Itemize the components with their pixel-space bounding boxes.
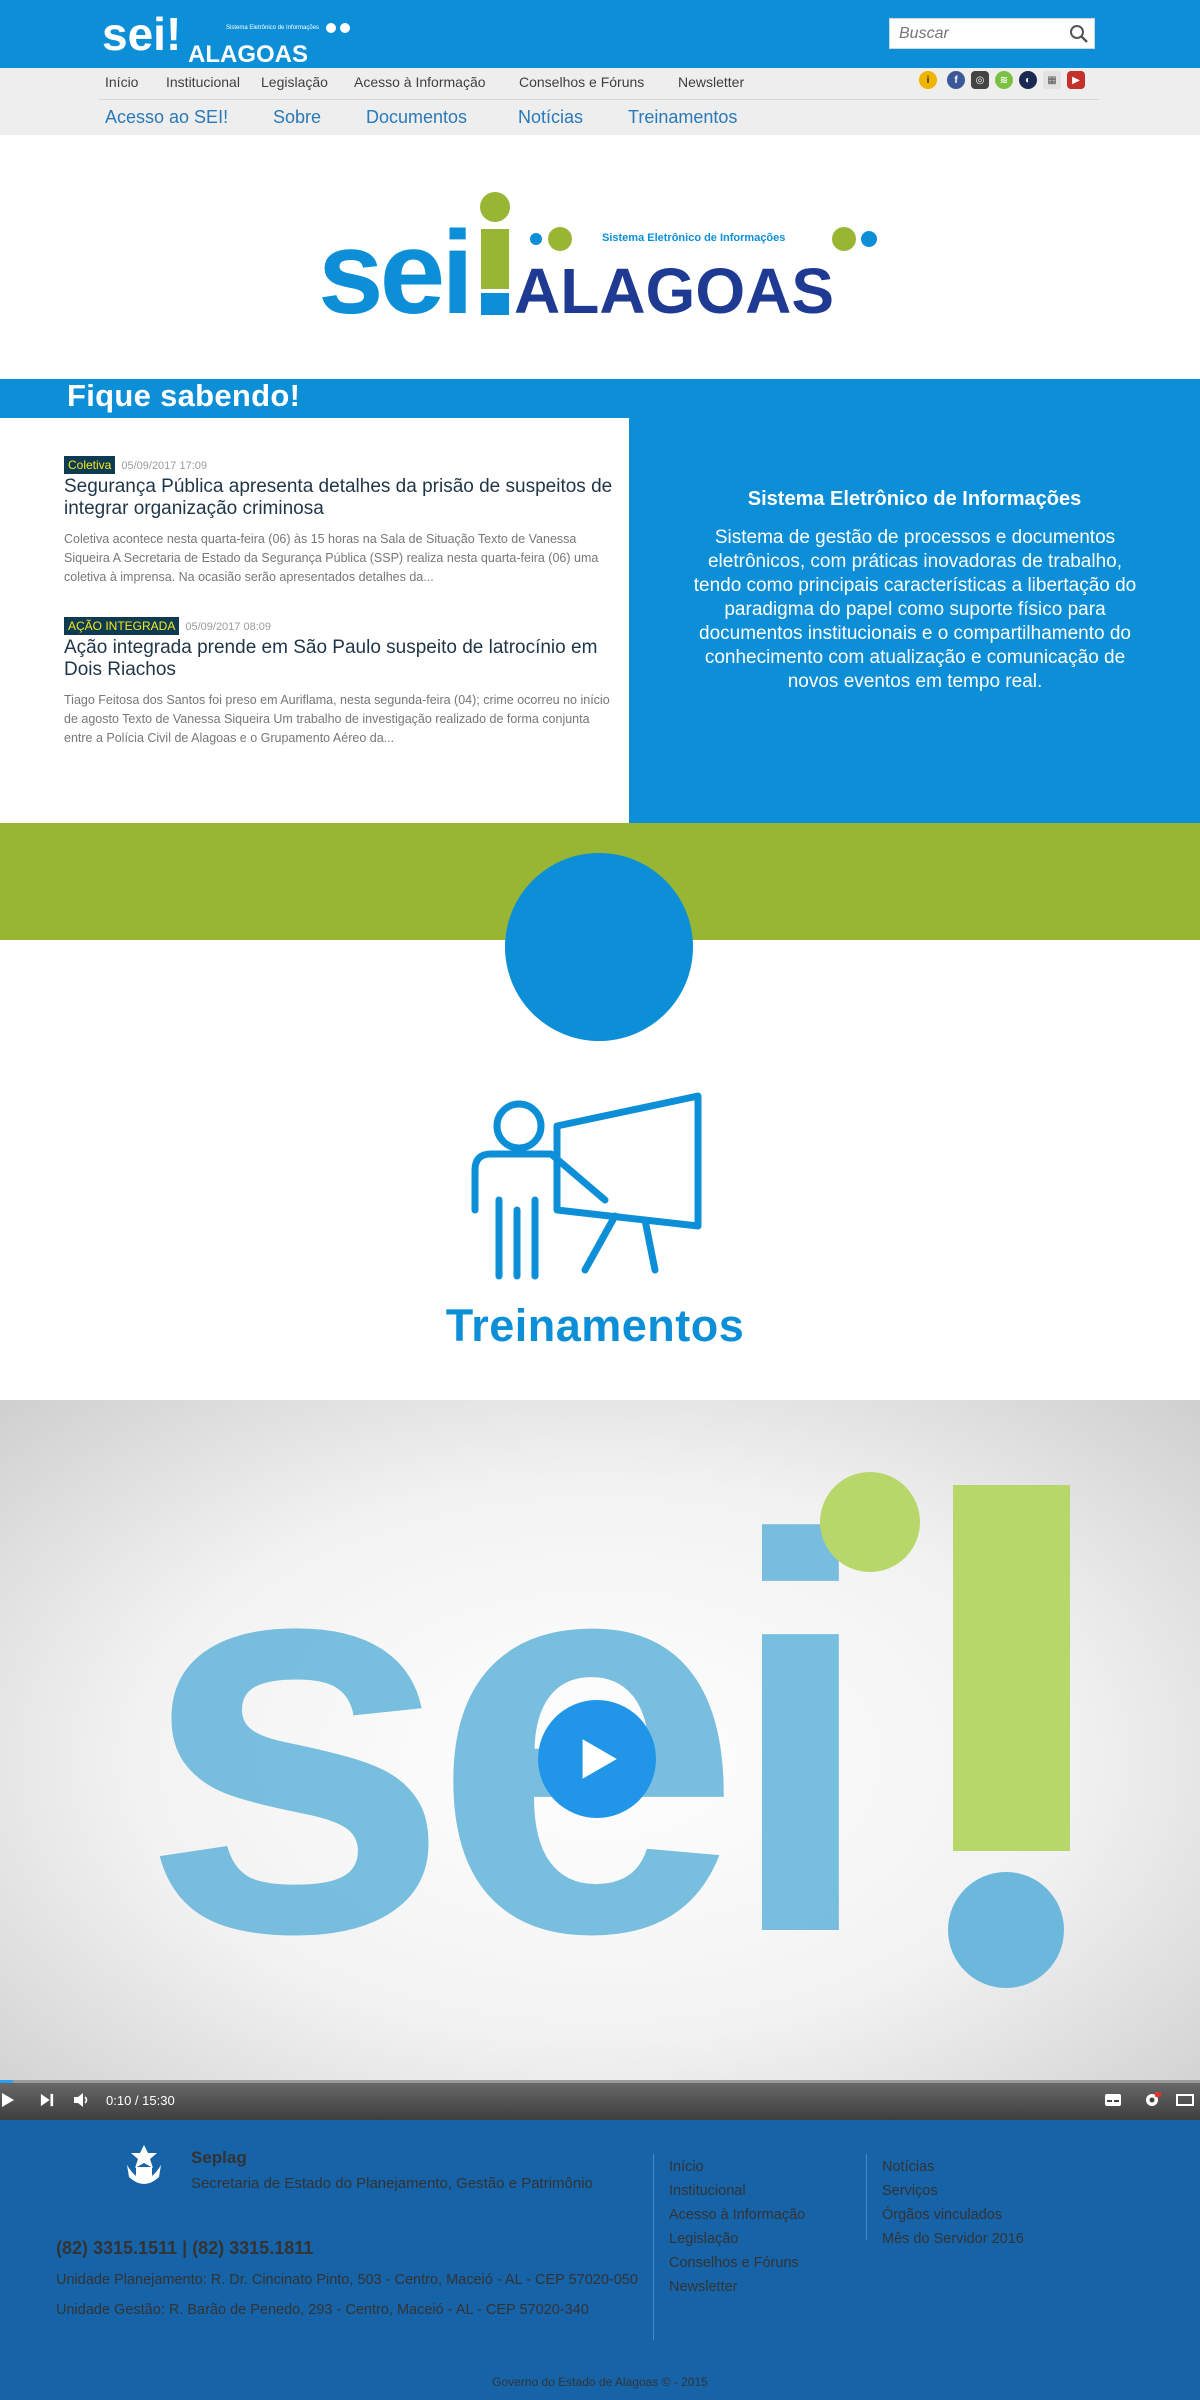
footer-link[interactable]: Serviços bbox=[882, 2179, 1024, 2203]
next-icon[interactable] bbox=[40, 2093, 54, 2107]
footer-link[interactable]: Início bbox=[669, 2155, 805, 2179]
footer-link[interactable]: Newsletter bbox=[669, 2275, 805, 2299]
footer-address: Unidade Planejamento: R. Dr. Cincinato P… bbox=[56, 2272, 638, 2288]
search-icon[interactable] bbox=[1068, 23, 1090, 45]
instagram-icon[interactable]: ◎ bbox=[971, 71, 989, 89]
facebook-icon[interactable]: f bbox=[947, 71, 965, 89]
top-nav-inicio[interactable]: Início bbox=[105, 74, 138, 90]
sec-nav-acesso-sei[interactable]: Acesso ao SEI! bbox=[105, 107, 228, 128]
hero-tagline: Sistema Eletrônico de Informações bbox=[602, 232, 785, 244]
sec-nav-noticias[interactable]: Notícias bbox=[518, 107, 583, 128]
news-list: Coletiva 05/09/2017 17:09 Segurança Públi… bbox=[0, 418, 629, 823]
footer-links-col2: Notícias Serviços Órgãos vinculados Mês … bbox=[882, 2155, 1024, 2251]
footer-link[interactable]: Legislação bbox=[669, 2227, 805, 2251]
footer-divider bbox=[653, 2154, 654, 2340]
search-input[interactable] bbox=[890, 19, 1060, 48]
play-icon bbox=[582, 1739, 617, 1779]
video-controls bbox=[0, 2081, 1200, 2120]
footer-link[interactable]: Órgãos vinculados bbox=[882, 2203, 1024, 2227]
top-nav-institucional[interactable]: Institucional bbox=[166, 74, 240, 90]
news-tag[interactable]: Coletiva bbox=[64, 456, 116, 474]
sec-nav-documentos[interactable]: Documentos bbox=[366, 107, 467, 128]
sec-nav-treinamentos[interactable]: Treinamentos bbox=[628, 107, 737, 128]
navigation-bar: Início Institucional Legislação Acesso à… bbox=[0, 68, 1200, 135]
top-nav-legislacao[interactable]: Legislação bbox=[261, 74, 328, 90]
footer-org-full: Secretaria de Estado do Planejamento, Ge… bbox=[191, 2175, 593, 2192]
video-time: 0:10 / 15:30 bbox=[106, 2093, 175, 2108]
logo-tagline: Sistema Eletrônico de Informações bbox=[226, 25, 319, 31]
footer-org: Seplag bbox=[191, 2148, 247, 2167]
play-small-icon[interactable] bbox=[0, 2092, 16, 2108]
news-item[interactable]: Coletiva 05/09/2017 17:09 Segurança Públi… bbox=[64, 456, 614, 587]
spotify-icon[interactable]: ≋ bbox=[995, 71, 1013, 89]
sec-nav-sobre[interactable]: Sobre bbox=[273, 107, 321, 128]
video-progress-bar[interactable] bbox=[0, 2080, 1200, 2083]
news-title[interactable]: Ação integrada prende em São Paulo suspe… bbox=[64, 637, 614, 681]
search-box[interactable] bbox=[889, 18, 1095, 49]
nav-divider bbox=[99, 99, 1099, 100]
video-progress-fill bbox=[0, 2080, 14, 2083]
hero-brand: sei bbox=[318, 207, 470, 329]
footer-link[interactable]: Institucional bbox=[669, 2179, 805, 2203]
flickr-icon[interactable]: ◐ bbox=[1019, 71, 1037, 89]
settings-icon[interactable] bbox=[1143, 2091, 1161, 2109]
news-date: 05/09/2017 17:09 bbox=[121, 460, 207, 472]
sei-info-text: Sistema de gestão de processos e documen… bbox=[693, 527, 1137, 692]
training-presentation-icon[interactable] bbox=[465, 1090, 705, 1290]
news-excerpt: Tiago Feitosa dos Santos foi preso em Au… bbox=[64, 693, 610, 745]
sei-info-title: Sistema Eletrônico de Informações bbox=[747, 488, 1082, 510]
news-title[interactable]: Segurança Pública apresenta detalhes da … bbox=[64, 476, 614, 520]
top-nav-acesso-informacao[interactable]: Acesso à Informação bbox=[354, 74, 486, 90]
top-nav-conselhos-foruns[interactable]: Conselhos e Fóruns bbox=[519, 74, 644, 90]
fique-sabendo-title: Fique sabendo! bbox=[67, 378, 301, 413]
fullscreen-icon[interactable] bbox=[1176, 2094, 1194, 2106]
captions-icon[interactable] bbox=[1104, 2093, 1122, 2107]
svg-text:sei: sei bbox=[140, 1423, 858, 2049]
news-date: 05/09/2017 08:09 bbox=[185, 621, 271, 633]
sei-info-panel: Sistema Eletrônico de Informações Sistem… bbox=[629, 418, 1200, 823]
top-nav-newsletter[interactable]: Newsletter bbox=[678, 74, 744, 90]
footer-address: Unidade Gestão: R. Barão de Penedo, 293 … bbox=[56, 2302, 589, 2318]
blue-circle bbox=[505, 853, 693, 1041]
site-logo[interactable]: sei! ALAGOAS Sistema Eletrônico de Infor… bbox=[102, 6, 362, 64]
footer-link[interactable]: Notícias bbox=[882, 2155, 1024, 2179]
rss-icon[interactable]: ▦ bbox=[1043, 71, 1061, 89]
news-item[interactable]: AÇÃO INTEGRADA 05/09/2017 08:09 Ação inte… bbox=[64, 617, 614, 748]
footer-divider bbox=[866, 2154, 867, 2240]
treinamentos-label[interactable]: Treinamentos bbox=[0, 1300, 1190, 1352]
sei-alagoas-logo: sei Sistema Eletrônico de Informações AL… bbox=[318, 192, 877, 329]
hero-banner: sei Sistema Eletrônico de Informações AL… bbox=[0, 135, 1200, 379]
news-tag[interactable]: AÇÃO INTEGRADA bbox=[64, 617, 180, 635]
footer-phone: (82) 3315.1511 | (82) 3315.1811 bbox=[56, 2238, 314, 2258]
footer-link[interactable]: Conselhos e Fóruns bbox=[669, 2251, 805, 2275]
hero-state: ALAGOAS bbox=[514, 255, 834, 327]
youtube-icon[interactable]: ▶ bbox=[1067, 71, 1085, 89]
play-button[interactable] bbox=[538, 1700, 656, 1818]
info-icon[interactable]: i bbox=[919, 71, 937, 89]
alagoas-crest-icon bbox=[127, 2145, 161, 2184]
footer-links-col1: Início Institucional Acesso à Informação… bbox=[669, 2155, 805, 2299]
logo-state: ALAGOAS bbox=[188, 41, 308, 64]
footer-link[interactable]: Acesso à Informação bbox=[669, 2203, 805, 2227]
footer-copyright: Governo do Estado de Alagoas © - 2015 bbox=[492, 2375, 708, 2389]
footer-link[interactable]: Mês do Servidor 2016 bbox=[882, 2227, 1024, 2251]
volume-icon[interactable] bbox=[73, 2092, 91, 2108]
logo-brand: sei! bbox=[102, 8, 181, 60]
news-excerpt: Coletiva acontece nesta quarta-feira (06… bbox=[64, 532, 599, 584]
